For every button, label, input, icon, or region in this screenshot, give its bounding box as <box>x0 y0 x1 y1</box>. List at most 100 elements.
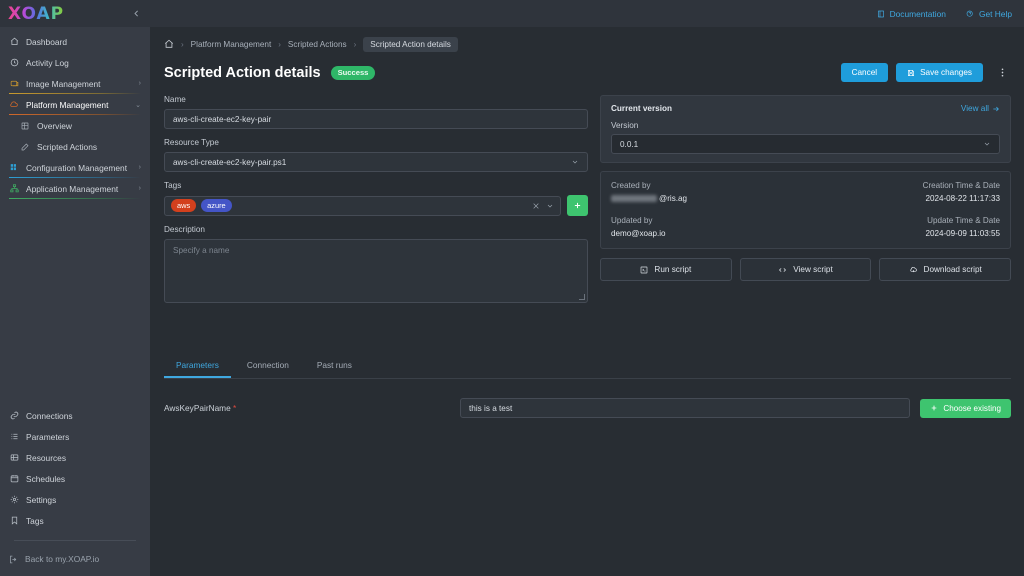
current-version-panel: Current version View all Version 0.0.1 <box>600 95 1011 163</box>
sidebar-item-platform-management[interactable]: Platform Management ⌄ <box>0 94 150 115</box>
sidebar-item-label: Overview <box>37 120 72 131</box>
download-cloud-icon <box>909 266 918 274</box>
choose-existing-button[interactable]: Choose existing <box>920 398 1011 418</box>
sidebar-item-settings[interactable]: Settings <box>0 489 150 510</box>
resource-type-field-group: Resource Type aws-cli-create-ec2-key-pai… <box>164 138 588 172</box>
breadcrumb-item-platform-management[interactable]: Platform Management <box>191 40 272 49</box>
tags-controls <box>532 202 554 210</box>
sidebar-header: XOAP <box>0 0 150 27</box>
sidebar-item-configuration-management[interactable]: Configuration Management › <box>0 157 150 178</box>
view-all-link[interactable]: View all <box>961 104 1000 113</box>
chevron-right-icon: › <box>138 164 141 171</box>
sidebar-item-label: Connections <box>26 410 73 421</box>
version-value: 0.0.1 <box>620 139 639 149</box>
save-icon <box>907 69 915 77</box>
sidebar-nav: Dashboard Activity Log Image Management … <box>0 27 150 199</box>
tags-input[interactable]: aws azure <box>164 195 561 216</box>
sidebar-item-label: Scripted Actions <box>37 141 98 152</box>
required-marker: * <box>233 403 237 413</box>
chevron-right-icon: › <box>138 80 141 87</box>
name-field-group: Name aws-cli-create-ec2-key-pair <box>164 95 588 129</box>
sidebar-item-label: Dashboard <box>26 36 67 47</box>
sidebar-item-schedules[interactable]: Schedules <box>0 468 150 489</box>
xoap-logo: XOAP <box>8 3 65 24</box>
run-script-label: Run script <box>654 265 692 274</box>
current-version-header: Current version View all <box>611 104 1000 113</box>
back-to-myxoap-link[interactable]: Back to my.XOAP.io <box>0 550 150 568</box>
view-script-button[interactable]: View script <box>739 258 872 281</box>
add-tag-button[interactable] <box>567 195 588 216</box>
breadcrumb-item-scripted-actions[interactable]: Scripted Actions <box>288 40 347 49</box>
updated-by-value: demo@xoap.io <box>611 229 666 238</box>
tab-parameters[interactable]: Parameters <box>164 354 231 378</box>
chevron-down-icon[interactable] <box>546 202 554 210</box>
created-by-label: Created by <box>611 181 651 190</box>
update-time-value: 2024-09-09 11:03:55 <box>925 229 1000 238</box>
breadcrumb-current: Scripted Action details <box>363 36 458 52</box>
sidebar-item-tags[interactable]: Tags <box>0 510 150 531</box>
chevron-down-icon <box>571 158 579 166</box>
sitemap-icon <box>9 184 19 193</box>
sidebar-item-parameters[interactable]: Parameters <box>0 426 150 447</box>
tab-past-runs[interactable]: Past runs <box>305 354 364 378</box>
view-all-label: View all <box>960 104 989 113</box>
sidebar-item-label: Configuration Management <box>26 162 128 173</box>
sidebar-item-dashboard[interactable]: Dashboard <box>0 31 150 52</box>
sidebar-item-overview[interactable]: Overview <box>0 115 150 136</box>
description-placeholder: Specify a name <box>173 246 230 255</box>
page-header: Scripted Action details Success Cancel S… <box>161 61 1014 82</box>
sidebar-bottom-nav: Connections Parameters Resources Schedul… <box>0 405 150 576</box>
get-help-link[interactable]: Get Help <box>966 9 1012 19</box>
page-content: › Platform Management › Scripted Actions… <box>150 27 1024 576</box>
sidebar-item-label: Activity Log <box>26 57 69 68</box>
sidebar-item-scripted-actions[interactable]: Scripted Actions <box>0 136 150 157</box>
description-textarea[interactable]: Specify a name <box>164 239 588 303</box>
documentation-link[interactable]: Documentation <box>877 9 946 19</box>
parameter-value-input[interactable]: this is a test <box>460 398 911 418</box>
choose-existing-label: Choose existing <box>943 403 1001 413</box>
home-icon <box>9 37 19 46</box>
blocks-icon <box>9 163 19 172</box>
sidebar-item-resources[interactable]: Resources <box>0 447 150 468</box>
parameter-name-label: AwsKeyPairName <box>164 403 231 413</box>
download-script-button[interactable]: Download script <box>879 258 1012 281</box>
more-vertical-icon[interactable] <box>991 66 1014 79</box>
tab-connection[interactable]: Connection <box>235 354 301 378</box>
book-icon <box>877 10 885 18</box>
home-icon[interactable] <box>164 39 174 49</box>
chevron-left-icon[interactable] <box>132 9 141 18</box>
created-by-row: Created by Creation Time & Date <box>611 181 1000 190</box>
download-script-label: Download script <box>923 265 982 274</box>
plus-icon <box>574 202 581 209</box>
cancel-button[interactable]: Cancel <box>840 63 889 82</box>
form-and-info: Name aws-cli-create-ec2-key-pair Resourc… <box>161 82 1014 312</box>
sidebar-item-activity-log[interactable]: Activity Log <box>0 52 150 73</box>
sidebar-item-application-management[interactable]: Application Management › <box>0 178 150 199</box>
sidebar-item-connections[interactable]: Connections <box>0 405 150 426</box>
version-select[interactable]: 0.0.1 <box>611 134 1000 154</box>
close-icon[interactable] <box>532 202 540 210</box>
pencil-icon <box>20 143 30 151</box>
chevron-down-icon <box>983 140 991 148</box>
sidebar-item-image-management[interactable]: Image Management › <box>0 73 150 94</box>
resize-handle[interactable] <box>579 294 585 300</box>
updated-by-values: demo@xoap.io 2024-09-09 11:03:55 <box>611 229 1000 238</box>
name-label: Name <box>164 95 186 104</box>
parameter-row: AwsKeyPairName * this is a test Choose e… <box>161 379 1014 418</box>
sidebar-item-label: Resources <box>26 452 67 463</box>
tag-chip[interactable]: aws <box>171 199 197 212</box>
resource-type-select[interactable]: aws-cli-create-ec2-key-pair.ps1 <box>164 152 588 172</box>
get-help-label: Get Help <box>978 8 1012 19</box>
main-area: Documentation Get Help › Platform Manage… <box>150 0 1024 576</box>
sidebar-item-label: Parameters <box>26 431 70 442</box>
script-action-buttons: Run script View script Download script <box>600 258 1012 281</box>
page-title: Scripted Action details <box>164 64 321 81</box>
tag-chip[interactable]: azure <box>201 199 232 212</box>
updated-by-row: Updated by Update Time & Date <box>611 216 1000 225</box>
name-input[interactable]: aws-cli-create-ec2-key-pair <box>164 109 588 129</box>
tags-label: Tags <box>164 181 182 190</box>
grid-icon <box>20 122 30 130</box>
run-script-button[interactable]: Run script <box>600 258 732 281</box>
save-changes-button[interactable]: Save changes <box>896 63 983 82</box>
